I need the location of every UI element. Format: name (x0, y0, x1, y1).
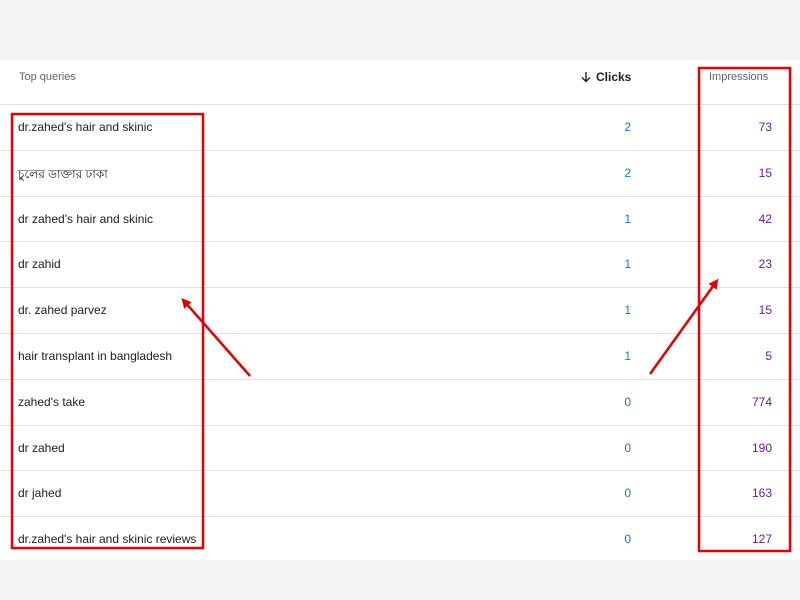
clicks-cell: 0 (624, 486, 631, 501)
table-row[interactable]: dr zahed 0 190 (0, 426, 800, 472)
header-clicks[interactable]: Clicks (580, 70, 631, 84)
header-clicks-label: Clicks (596, 70, 632, 84)
clicks-cell: 1 (624, 348, 631, 363)
query-cell: dr zahid (18, 257, 61, 272)
impressions-cell: 42 (758, 211, 772, 226)
impressions-cell: 23 (758, 257, 772, 272)
query-cell: dr zahed (18, 440, 65, 455)
impressions-cell: 190 (751, 440, 772, 455)
clicks-cell: 0 (624, 440, 631, 455)
query-cell: hair transplant in bangladesh (18, 348, 173, 363)
impressions-cell: 163 (751, 486, 772, 501)
table-row[interactable]: dr.zahed's hair and skinic reviews 0 127 (0, 517, 800, 563)
impressions-cell: 127 (751, 532, 772, 547)
impressions-cell: 73 (758, 120, 772, 134)
clicks-cell: 0 (624, 532, 631, 547)
table-row[interactable]: dr zahed's hair and skinic 1 42 (0, 197, 800, 243)
clicks-cell: 1 (624, 303, 631, 318)
impressions-cell: 15 (758, 303, 772, 318)
query-cell: dr jahed (18, 486, 62, 501)
table-header: Top queries Clicks Impressions (0, 60, 800, 105)
clicks-cell: 2 (624, 120, 631, 134)
table-row[interactable]: zahed's take 0 774 (0, 380, 800, 426)
table-row[interactable]: dr jahed 0 163 (0, 471, 800, 518)
header-top-queries[interactable]: Top queries (19, 71, 76, 83)
impressions-cell: 15 (758, 165, 772, 180)
clicks-cell: 0 (624, 394, 631, 409)
table-body: dr.zahed's hair and skinic 2 73 চুলের ডা… (0, 105, 800, 563)
screenshot-canvas: Top queries Clicks Impressions dr.zahed'… (0, 0, 800, 600)
query-cell: dr.zahed's hair and skinic reviews (18, 532, 197, 547)
query-cell: dr.zahed's hair and skinic (18, 120, 153, 134)
query-cell: চুলের ডাক্তার ঢাকা (18, 166, 108, 181)
top-queries-table: Top queries Clicks Impressions dr.zahed'… (0, 60, 800, 560)
table-row[interactable]: dr.zahed's hair and skinic 2 73 (0, 105, 800, 151)
clicks-cell: 2 (624, 165, 631, 180)
arrow-down-icon (581, 72, 591, 83)
query-cell: zahed's take (18, 394, 86, 409)
impressions-cell: 774 (751, 394, 772, 409)
clicks-cell: 1 (624, 211, 631, 226)
table-row[interactable]: hair transplant in bangladesh 1 5 (0, 334, 800, 380)
impressions-cell: 5 (765, 348, 772, 363)
query-cell: dr. zahed parvez (18, 303, 107, 318)
table-row[interactable]: চুলের ডাক্তার ঢাকা 2 15 (0, 151, 800, 197)
clicks-cell: 1 (624, 257, 631, 272)
query-cell: dr zahed's hair and skinic (18, 211, 154, 226)
table-row[interactable]: dr zahid 1 23 (0, 242, 800, 289)
table-row[interactable]: dr. zahed parvez 1 15 (0, 288, 800, 334)
header-impressions[interactable]: Impressions (709, 71, 768, 83)
